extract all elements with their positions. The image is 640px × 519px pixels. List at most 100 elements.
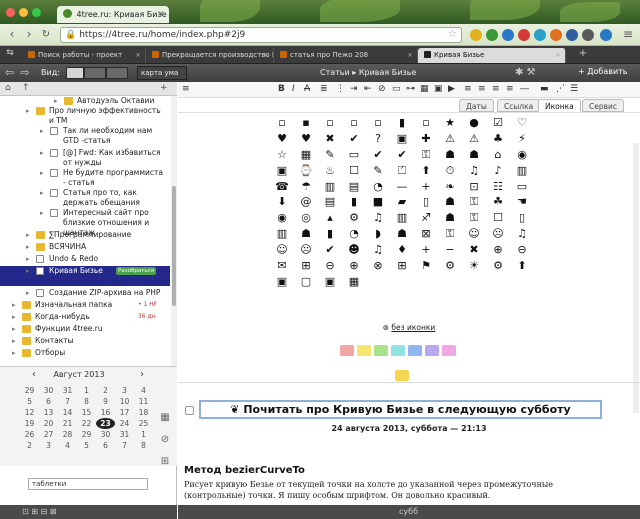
more-icon[interactable]: ☰ [570, 84, 578, 94]
icon-option[interactable]: ♥ [294, 131, 318, 147]
forward-button[interactable]: › [21, 28, 37, 42]
calendar-day[interactable]: 18 [134, 407, 153, 418]
calendar-day[interactable]: 31 [58, 385, 77, 396]
icon-option[interactable]: ▣ [270, 163, 294, 179]
calendar-day[interactable]: 9 [96, 396, 115, 407]
tree-item[interactable]: ▸ Изначальная папка • 1 HF [0, 300, 170, 310]
calendar-day[interactable]: 10 [115, 396, 134, 407]
icon-picker-scrollbar[interactable] [633, 143, 639, 413]
icon-option[interactable]: ▮ [390, 115, 414, 131]
hr-icon[interactable]: ― [520, 84, 529, 94]
reload-button[interactable]: ↻ [38, 28, 54, 42]
icon-option[interactable]: ▣ [318, 274, 342, 290]
expand-toggle-icon[interactable]: ▸ [26, 288, 30, 298]
calendar-day[interactable]: 29 [20, 385, 39, 396]
icon-option[interactable]: ✖ [462, 242, 486, 258]
icon-option[interactable]: ⊗ [366, 258, 390, 274]
icon-option[interactable]: @ [294, 194, 318, 210]
icon-option[interactable]: ☑ [486, 115, 510, 131]
icon-option[interactable]: ▮ [342, 194, 366, 210]
calendar-day[interactable]: 29 [77, 429, 96, 440]
icon-option[interactable]: ☚ [510, 194, 534, 210]
icon-option[interactable]: ▫ [318, 115, 342, 131]
expand-toggle-icon[interactable]: ▸ [26, 106, 30, 116]
icon-option[interactable]: ⌚ [294, 163, 318, 179]
calendar-day[interactable]: 26 [20, 429, 39, 440]
icon-option[interactable]: ⊡ [462, 179, 486, 195]
tree-item[interactable]: ▸ Кривая Бизье Разобраться [0, 266, 170, 286]
icon-option[interactable]: ✖ [318, 131, 342, 147]
color-swatch[interactable] [374, 345, 388, 356]
calendar-day[interactable]: 17 [115, 407, 134, 418]
calendar-day[interactable]: 8 [134, 440, 153, 451]
icon-option[interactable]: ✔ [366, 147, 390, 163]
link-icon[interactable]: ⊶ [406, 84, 415, 94]
color-swatch[interactable] [391, 345, 405, 356]
expand-toggle-icon[interactable]: ▸ [12, 312, 16, 322]
up-arrow-icon[interactable]: ↑ [22, 83, 30, 93]
tree-item[interactable]: ▸ Автодуэль Октавии [0, 96, 170, 106]
attach-icon[interactable]: ⊘ [157, 434, 173, 456]
icon-option[interactable]: ◗ [366, 226, 390, 242]
terminal-icon[interactable]: ▬ [540, 84, 549, 94]
icon-option[interactable]: ▤ [342, 179, 366, 195]
color-swatch[interactable] [408, 345, 422, 356]
menu-icon[interactable]: ≡ [620, 28, 636, 42]
nav-arrows[interactable]: ⇦⇨ [5, 66, 35, 79]
view-cards-button[interactable] [106, 67, 128, 79]
icon-option[interactable]: ♡ [510, 115, 534, 131]
icon-option[interactable]: ☷ [486, 179, 510, 195]
icon-option[interactable]: ⚑ [414, 258, 438, 274]
color-swatch[interactable] [425, 345, 439, 356]
color-swatch[interactable] [357, 345, 371, 356]
icon-option[interactable]: ⚡ [510, 131, 534, 147]
icon-option[interactable]: ⊖ [510, 242, 534, 258]
icon-option[interactable]: − [438, 242, 462, 258]
icon-option[interactable]: ▪ [294, 115, 318, 131]
icon-option[interactable]: ♪ [486, 163, 510, 179]
url-input[interactable]: 🔒 https://4tree.ru/home/index.php#2j9 ☆ [60, 27, 462, 43]
icon-option[interactable]: ⚙ [342, 210, 366, 226]
calendar-day[interactable]: 4 [134, 385, 153, 396]
tree-scrollbar[interactable] [171, 96, 177, 366]
extension-icon[interactable] [566, 29, 578, 41]
menu-icon[interactable]: ≡ [182, 84, 190, 94]
icon-option[interactable]: ⚿ [462, 194, 486, 210]
calendar-day[interactable]: 20 [39, 418, 58, 429]
tree-item[interactable]: ▸ Функции 4tree.ru [0, 324, 170, 334]
icon-option[interactable]: ☗ [438, 210, 462, 226]
icon-option[interactable]: ✔ [318, 242, 342, 258]
tab[interactable]: Поиск работы - проект × [22, 48, 146, 63]
icon-option[interactable]: ⊠ [414, 226, 438, 242]
icon-option[interactable]: ▥ [270, 226, 294, 242]
icon-option[interactable]: ☹ [486, 226, 510, 242]
video-icon[interactable]: ▶ [448, 84, 455, 94]
table-icon[interactable]: ▦ [420, 84, 429, 94]
icon-option[interactable]: ● [462, 115, 486, 131]
icon-option[interactable]: ▫ [342, 115, 366, 131]
icon-option[interactable]: ▥ [318, 179, 342, 195]
new-tab-button[interactable]: + [575, 47, 591, 61]
numbered-list-button[interactable]: ⋮ [336, 84, 345, 94]
expand-toggle-icon[interactable]: ▸ [26, 242, 30, 252]
no-icon-link[interactable]: ⊗ без иконки [178, 323, 640, 332]
icon-option[interactable]: ❧ [438, 179, 462, 195]
icon-option[interactable]: ✎ [318, 147, 342, 163]
icon-option[interactable]: ⚙ [486, 258, 510, 274]
icon-option[interactable]: ▫ [366, 115, 390, 131]
icon-option[interactable]: ★ [438, 115, 462, 131]
icon-option[interactable]: ☗ [438, 194, 462, 210]
done-checkbox[interactable] [185, 406, 194, 415]
minimize-window-button[interactable] [19, 8, 28, 17]
calendar-day[interactable]: 4 [58, 440, 77, 451]
expand-toggle-icon[interactable]: ▸ [12, 324, 16, 334]
icon-option[interactable]: ☘ [486, 194, 510, 210]
expand-toggle-icon[interactable]: ▸ [12, 336, 16, 346]
tab-list-icon[interactable]: ⇆ [2, 47, 18, 61]
icon-option[interactable]: ✎ [366, 163, 390, 179]
icon-option[interactable]: ☻ [342, 242, 366, 258]
view-tree-button[interactable] [66, 67, 84, 79]
attach-icon[interactable]: ⊘ [378, 84, 386, 94]
icon-option[interactable]: ☹ [294, 242, 318, 258]
icon-option[interactable]: ▴ [318, 210, 342, 226]
